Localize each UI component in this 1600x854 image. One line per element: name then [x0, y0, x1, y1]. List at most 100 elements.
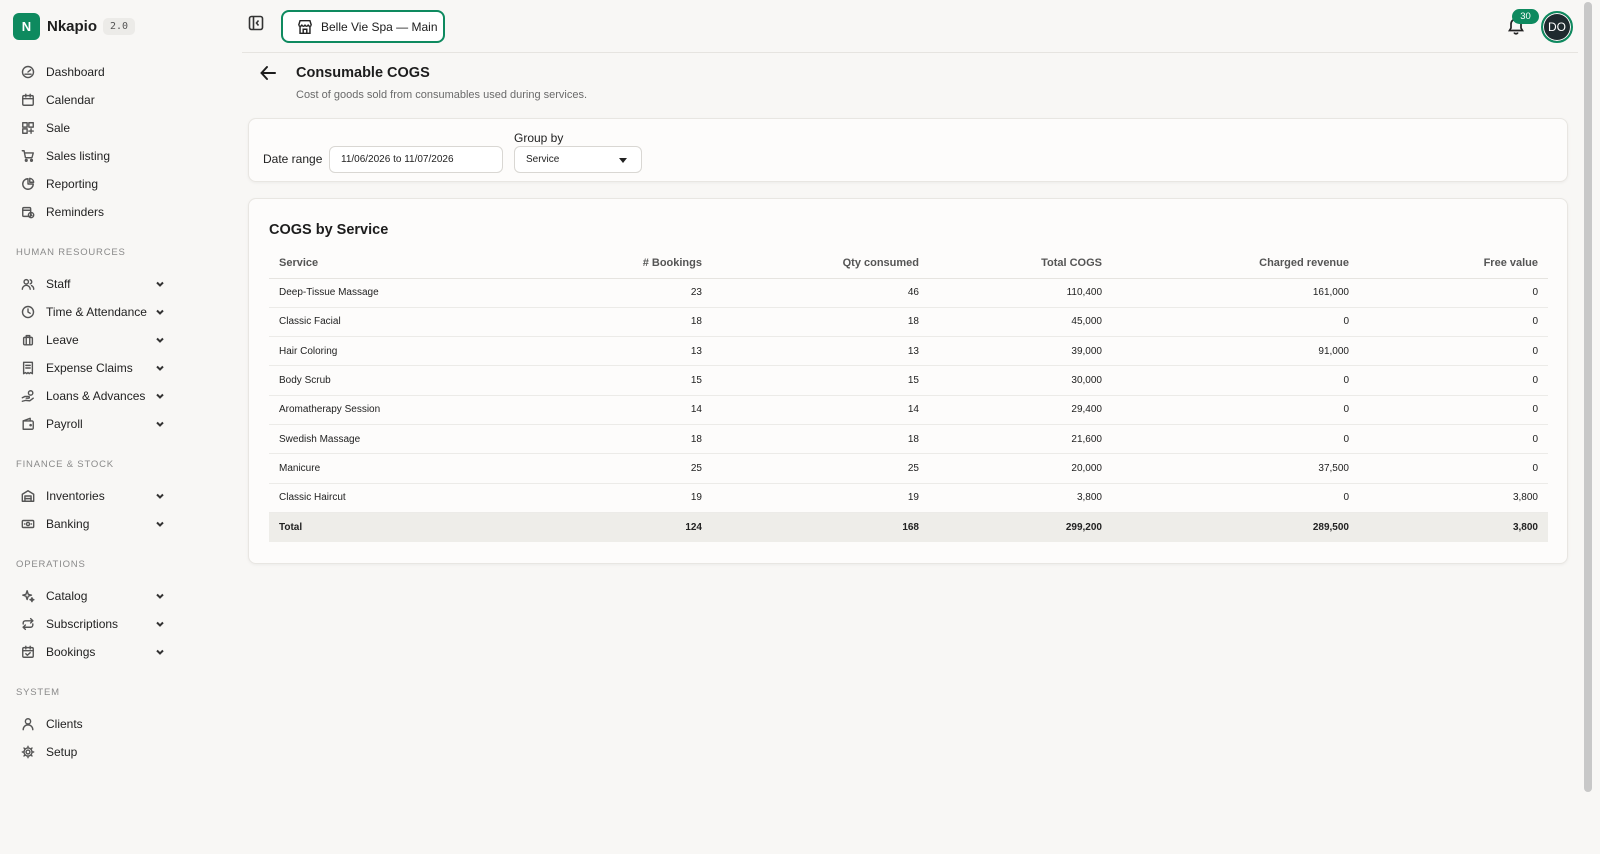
- sidebar-item-reminders[interactable]: Reminders: [16, 199, 166, 225]
- page-scrollbar[interactable]: [1578, 0, 1600, 854]
- sidebar-item-subscriptions[interactable]: Subscriptions: [16, 611, 166, 637]
- table-cell: 15: [499, 365, 712, 396]
- sidebar-toggle-icon[interactable]: [248, 15, 264, 31]
- table-cell: 14: [499, 395, 712, 425]
- page-title: Consumable COGS: [296, 65, 430, 81]
- table-cell: 46: [712, 278, 929, 308]
- location-selector-button[interactable]: Belle Vie Spa — Main: [281, 10, 445, 43]
- sidebar-item-inventories[interactable]: Inventories: [16, 483, 166, 509]
- table-cell: 23: [499, 278, 712, 308]
- calendar-clock-icon: [18, 202, 38, 222]
- group-by-label: Group by: [514, 131, 564, 145]
- sidebar-item-label: Calendar: [46, 93, 95, 107]
- table-row: Classic Haircut 19 19 3,800 0 3,800: [269, 483, 1548, 513]
- table-cell: 21,600: [929, 424, 1112, 455]
- sidebar-item-label: Bookings: [46, 645, 96, 659]
- sidebar-item-label: Time & Attendance: [46, 305, 147, 319]
- table-cell: 3,800: [1359, 483, 1548, 513]
- sidebar-item-expense-claims[interactable]: Expense Claims: [16, 355, 166, 381]
- table-row: Classic Facial 18 18 45,000 0 0: [269, 307, 1548, 338]
- caret-down-icon: [619, 158, 627, 163]
- page-subtitle: Cost of goods sold from consumables used…: [296, 89, 588, 101]
- table-cell: 29,400: [929, 395, 1112, 425]
- users-icon: [18, 274, 38, 294]
- chevron-down-icon: [154, 334, 166, 346]
- chevron-down-icon: [154, 278, 166, 290]
- sidebar-item-reporting[interactable]: Reporting: [16, 171, 166, 197]
- scrollbar-thumb[interactable]: [1584, 2, 1592, 792]
- sidebar-item-setup[interactable]: Setup: [16, 739, 166, 765]
- table-cell: 0: [1359, 336, 1548, 367]
- table-cell: 37,500: [1112, 453, 1359, 484]
- sidebar-section-finance-and-stock: FINANCE & STOCK: [16, 459, 114, 470]
- user-avatar[interactable]: DO: [1541, 11, 1573, 43]
- cart-icon: [18, 146, 38, 166]
- sidebar-item-label: Loans & Advances: [46, 389, 146, 403]
- sidebar-item-staff[interactable]: Staff: [16, 271, 166, 297]
- table-row: Manicure 25 25 20,000 37,500 0: [269, 453, 1548, 484]
- sidebar-item-clients[interactable]: Clients: [16, 711, 166, 737]
- chevron-down-icon: [154, 518, 166, 530]
- back-arrow-icon[interactable]: [259, 64, 279, 84]
- sidebar-item-sale[interactable]: Sale: [16, 115, 166, 141]
- table-cell: 39,000: [929, 336, 1112, 367]
- group-by-value: Service: [526, 154, 560, 165]
- table-cell: 15: [712, 365, 929, 396]
- store-icon: [298, 19, 312, 34]
- sidebar-item-label: Banking: [46, 517, 90, 531]
- repeat-icon: [18, 614, 38, 634]
- date-range-input[interactable]: 11/06/2026 to 11/07/2026: [329, 146, 503, 173]
- total-cell: 289,500: [1112, 512, 1359, 542]
- table-cell: 19: [712, 483, 929, 513]
- table-row: Aromatherapy Session 14 14 29,400 0 0: [269, 395, 1548, 425]
- sidebar-item-label: Sales listing: [46, 149, 111, 163]
- clock-icon: [18, 302, 38, 322]
- column-header-total-cogs[interactable]: Total COGS: [929, 249, 1112, 279]
- column-header-bookings[interactable]: # Bookings: [499, 249, 712, 279]
- sidebar-item-calendar[interactable]: Calendar: [16, 87, 166, 113]
- sidebar-item-payroll[interactable]: Payroll: [16, 411, 166, 437]
- table-cell: Body Scrub: [269, 365, 499, 396]
- total-cell: Total: [269, 512, 499, 542]
- sidebar-item-loans-and-advances[interactable]: Loans & Advances: [16, 383, 166, 409]
- table-cell: 0: [1112, 483, 1359, 513]
- column-header-qty-consumed[interactable]: Qty consumed: [712, 249, 929, 279]
- table-row: Deep-Tissue Massage 23 46 110,400 161,000 0: [269, 278, 1548, 308]
- column-header-free-value[interactable]: Free value: [1359, 249, 1548, 279]
- table-cell: 25: [499, 453, 712, 484]
- sidebar-item-banking[interactable]: Banking: [16, 511, 166, 537]
- table-cell: Swedish Massage: [269, 424, 499, 455]
- sidebar-item-label: Expense Claims: [46, 361, 133, 375]
- sidebar-item-time-and-attendance[interactable]: Time & Attendance: [16, 299, 166, 325]
- table-cell: 91,000: [1112, 336, 1359, 367]
- calendar-icon: [18, 90, 38, 110]
- column-header-service[interactable]: Service: [269, 249, 499, 279]
- chevron-down-icon: [154, 306, 166, 318]
- date-range-label: Date range: [263, 152, 323, 166]
- gear-icon: [18, 742, 38, 762]
- sidebar-item-label: Payroll: [46, 417, 83, 431]
- table-cell: 161,000: [1112, 278, 1359, 308]
- table-cell: 18: [712, 424, 929, 455]
- calendar-check-icon: [18, 642, 38, 662]
- table-cell: 13: [499, 336, 712, 367]
- column-header-charged-revenue[interactable]: Charged revenue: [1112, 249, 1359, 279]
- sidebar-item-catalog[interactable]: Catalog: [16, 583, 166, 609]
- sidebar: N Nkapio 2.0 Dashboard Calendar Sale Sales …: [0, 0, 240, 854]
- group-by-select[interactable]: Service: [514, 146, 642, 173]
- hand-coins-icon: [18, 386, 38, 406]
- app-logo: N: [13, 13, 40, 40]
- table-row: Hair Coloring 13 13 39,000 91,000 0: [269, 336, 1548, 367]
- app-version-badge: 2.0: [103, 18, 136, 35]
- brand[interactable]: N Nkapio 2.0: [13, 13, 136, 40]
- sidebar-item-leave[interactable]: Leave: [16, 327, 166, 353]
- sidebar-item-bookings[interactable]: Bookings: [16, 639, 166, 665]
- table-cell: Manicure: [269, 453, 499, 484]
- sidebar-item-label: Reporting: [46, 177, 99, 191]
- sidebar-section-human-resources: HUMAN RESOURCES: [16, 247, 126, 258]
- sidebar-item-dashboard[interactable]: Dashboard: [16, 59, 166, 85]
- sidebar-item-sales-listing[interactable]: Sales listing: [16, 143, 166, 169]
- total-cell: 299,200: [929, 512, 1112, 542]
- chevron-down-icon: [154, 618, 166, 630]
- table-cell: Deep-Tissue Massage: [269, 278, 499, 308]
